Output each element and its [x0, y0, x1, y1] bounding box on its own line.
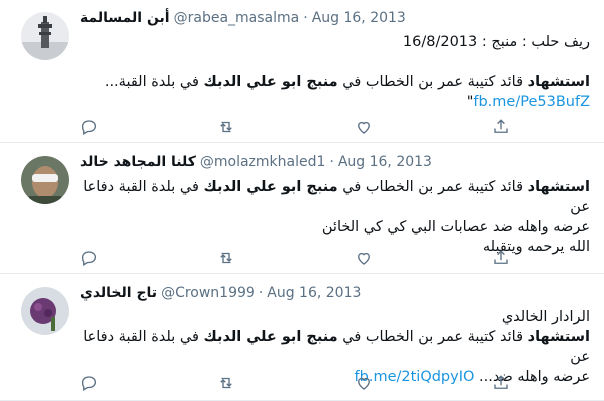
tweet[interactable]: كلنا المجاهد خالد @molazmkhaled1 · Aug 1… — [0, 143, 604, 274]
like-icon[interactable] — [355, 249, 373, 267]
tweet-line: الرادار الخالدي — [501, 309, 590, 325]
tweet-date[interactable]: Aug 16, 2013 — [338, 154, 432, 170]
like-icon[interactable] — [355, 118, 373, 136]
tweet-header: أبن المسالمة @rabea_masalma · Aug 16, 20… — [80, 10, 406, 26]
reply-icon[interactable] — [80, 118, 98, 136]
avatar[interactable] — [21, 12, 69, 60]
display-name[interactable]: كلنا المجاهد خالد — [80, 154, 196, 170]
retweet-icon[interactable] — [217, 118, 235, 136]
separator: · — [329, 154, 334, 170]
display-name[interactable]: أبن المسالمة — [80, 10, 170, 26]
tweet-text: استشهاد قائد كتيبة عمر بن الخطاب في منبج… — [80, 177, 590, 257]
separator: · — [258, 285, 264, 301]
tweet-line: ريف حلب : منبج : 16/8/2013 — [402, 34, 590, 50]
like-icon[interactable] — [355, 374, 373, 392]
tweet-actions — [80, 374, 510, 392]
share-icon[interactable] — [492, 374, 510, 392]
tweet-line: "fb.me/Pe53BufZ — [466, 94, 590, 110]
separator: · — [303, 10, 308, 26]
tweet-header: تاج الخالدي @Crown1999 · Aug 16, 2013 — [80, 285, 361, 301]
tweet-link[interactable]: fb.me/Pe53BufZ — [473, 94, 590, 110]
avatar[interactable] — [21, 287, 69, 335]
reply-icon[interactable] — [80, 249, 98, 267]
tweet-line: استشهاد قائد كتيبة عمر بن الخطاب في منبج… — [104, 74, 590, 90]
tweet-text: ريف حلب : منبج : 16/8/2013 استشهاد قائد … — [80, 32, 590, 112]
user-handle[interactable]: @molazmkhaled1 — [200, 154, 326, 170]
tweet-line: عرضه واهله ضد عصابات البي كي كي الخائن — [321, 219, 590, 235]
tweet[interactable]: تاج الخالدي @Crown1999 · Aug 16, 2013 ال… — [0, 274, 604, 401]
user-handle[interactable]: @Crown1999 — [161, 285, 255, 301]
display-name[interactable]: تاج الخالدي — [80, 285, 157, 301]
tweet-date[interactable]: Aug 16, 2013 — [267, 285, 361, 301]
share-icon[interactable] — [492, 118, 510, 136]
user-handle[interactable]: @rabea_masalma — [174, 10, 300, 26]
tweet-line: استشهاد قائد كتيبة عمر بن الخطاب في منبج… — [83, 179, 590, 215]
tweet[interactable]: أبن المسالمة @rabea_masalma · Aug 16, 20… — [0, 0, 604, 143]
retweet-icon[interactable] — [217, 374, 235, 392]
tweet-header: كلنا المجاهد خالد @molazmkhaled1 · Aug 1… — [80, 154, 432, 170]
reply-icon[interactable] — [80, 374, 98, 392]
retweet-icon[interactable] — [217, 249, 235, 267]
tweet-date[interactable]: Aug 16, 2013 — [312, 10, 406, 26]
tweet-line: استشهاد قائد كتيبة عمر بن الخطاب في منبج… — [83, 329, 590, 365]
avatar[interactable] — [21, 156, 69, 204]
share-icon[interactable] — [492, 249, 510, 267]
tweet-actions — [80, 118, 510, 136]
tweet-actions — [80, 249, 510, 267]
